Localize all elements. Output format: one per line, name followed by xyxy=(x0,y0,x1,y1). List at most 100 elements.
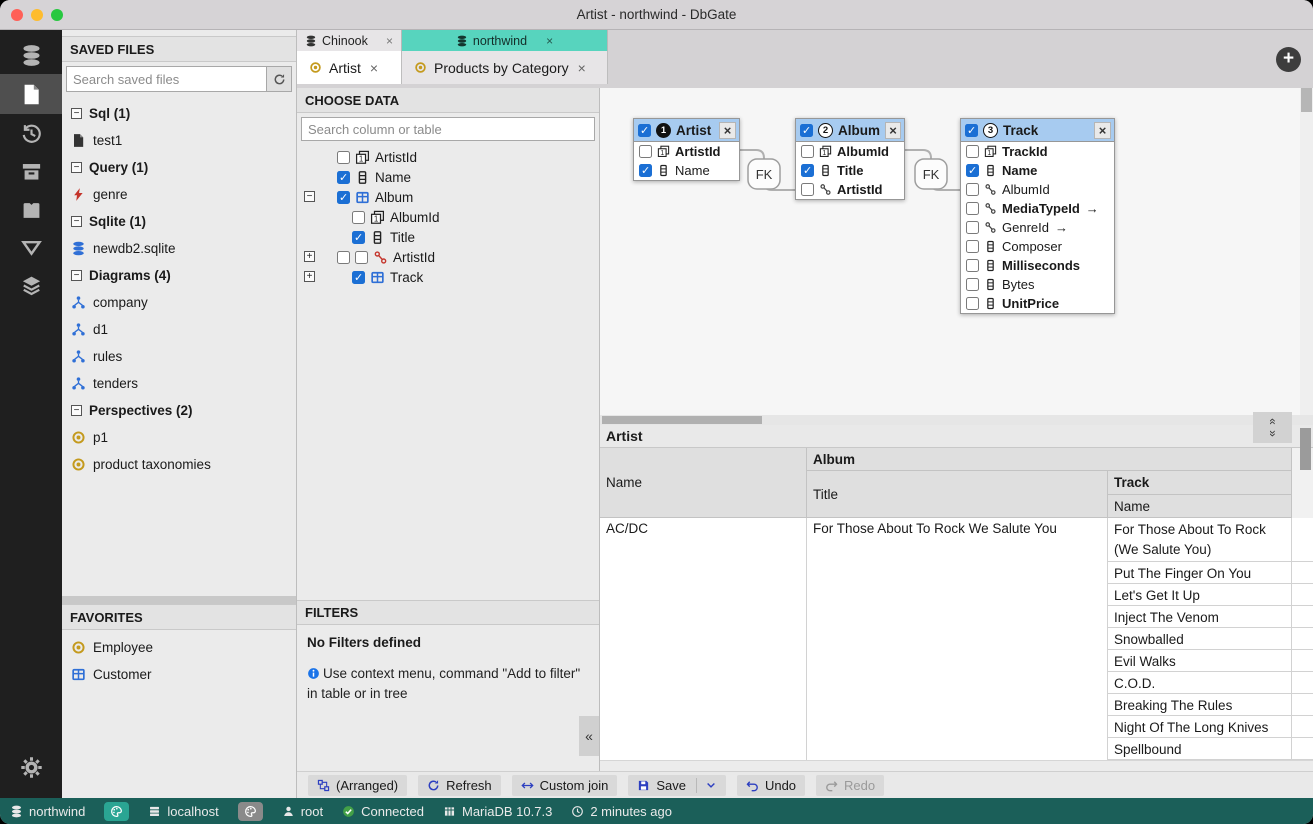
node-column-name[interactable]: Name xyxy=(961,161,1114,180)
expand-icon[interactable]: + xyxy=(304,271,315,282)
node-column-name[interactable]: Name xyxy=(634,161,739,180)
collapse-icon[interactable]: − xyxy=(71,162,82,173)
choose-data-albumid[interactable]: 1 AlbumId xyxy=(297,207,599,227)
track-name-cell[interactable]: Evil Walks xyxy=(1108,650,1292,672)
column-checkbox[interactable] xyxy=(966,278,979,291)
node-header[interactable]: 2 Album × xyxy=(796,119,904,142)
grid-bottom-scrollbar[interactable] xyxy=(600,760,1313,771)
node-column-trackid[interactable]: 1 TrackId xyxy=(961,142,1114,161)
collapse-up-icon[interactable]: « xyxy=(1267,418,1278,425)
saved-files-group-sql-1[interactable]: − Sql (1) xyxy=(62,100,296,127)
arranged-button[interactable]: (Arranged) xyxy=(308,775,407,796)
expand-relation-arrow[interactable]: → xyxy=(1055,220,1068,235)
sidebar-item-history[interactable] xyxy=(0,114,62,152)
diagram-vertical-scrollbar[interactable] xyxy=(1300,88,1313,415)
favorite-employee[interactable]: Employee xyxy=(62,634,296,661)
redo-button[interactable]: Redo xyxy=(816,775,884,796)
node-header[interactable]: 3 Track × xyxy=(961,119,1114,142)
choose-data-artistid[interactable]: + ArtistId xyxy=(297,247,599,267)
choose-data-title[interactable]: Title xyxy=(297,227,599,247)
artist-name-cell[interactable]: AC/DC xyxy=(600,518,807,760)
sidebar-item-plugins[interactable] xyxy=(0,190,62,228)
expand-down-icon[interactable]: » xyxy=(1267,430,1278,437)
undo-button[interactable]: Undo xyxy=(737,775,805,796)
zoom-window-button[interactable] xyxy=(51,9,63,21)
node-column-bytes[interactable]: Bytes xyxy=(961,275,1114,294)
node-column-milliseconds[interactable]: Milliseconds xyxy=(961,256,1114,275)
node-column-composer[interactable]: Composer xyxy=(961,237,1114,256)
database-color-button[interactable] xyxy=(104,802,129,821)
column-checkbox[interactable] xyxy=(966,221,979,234)
close-icon[interactable]: × xyxy=(1094,122,1111,139)
track-name-cell[interactable]: Night Of The Long Knives xyxy=(1108,716,1292,738)
tab-products-by-category[interactable]: Products by Category × xyxy=(402,51,608,84)
node-column-artistid[interactable]: ArtistId xyxy=(796,180,904,199)
collapse-icon[interactable]: − xyxy=(71,216,82,227)
close-icon[interactable]: × xyxy=(546,34,553,48)
close-window-button[interactable] xyxy=(11,9,23,21)
tab-group-northwind[interactable]: northwind × xyxy=(402,30,608,51)
column-checkbox[interactable] xyxy=(639,145,652,158)
diagram-node-album[interactable]: 2 Album × 1 AlbumId Title ArtistI xyxy=(795,118,905,200)
saved-files-group-diagrams-4[interactable]: − Diagrams (4) xyxy=(62,262,296,289)
column-checkbox[interactable] xyxy=(966,183,979,196)
column-checkbox[interactable] xyxy=(801,164,814,177)
saved-files-search-input[interactable] xyxy=(66,66,266,92)
designer-canvas[interactable]: FK FK 1 Artist × xyxy=(600,88,1313,415)
close-icon[interactable]: × xyxy=(386,34,393,48)
track-name-cell[interactable]: Let's Get It Up xyxy=(1108,584,1292,606)
saved-file-genre[interactable]: genre xyxy=(62,181,296,208)
node-checkbox[interactable] xyxy=(800,124,813,137)
saved-file-tenders[interactable]: tenders xyxy=(62,370,296,397)
choose-data-album[interactable]: − Album xyxy=(297,187,599,207)
sidebar-item-app-layers[interactable] xyxy=(0,266,62,304)
collapse-icon[interactable]: − xyxy=(71,108,82,119)
saved-file-newdb2-sqlite[interactable]: newdb2.sqlite xyxy=(62,235,296,262)
minimize-window-button[interactable] xyxy=(31,9,43,21)
column-checkbox[interactable] xyxy=(639,164,652,177)
collapse-panel-button[interactable]: « xyxy=(579,716,599,756)
column-checkbox[interactable] xyxy=(966,297,979,310)
column-checkbox[interactable] xyxy=(966,145,979,158)
close-icon[interactable]: × xyxy=(578,60,586,76)
collapse-icon[interactable]: − xyxy=(304,191,315,202)
column-checkbox[interactable] xyxy=(801,145,814,158)
saved-file-company[interactable]: company xyxy=(62,289,296,316)
connection-color-button[interactable] xyxy=(238,802,263,821)
scrollbar-thumb[interactable] xyxy=(602,416,762,424)
sidebar-item-cell-data[interactable] xyxy=(0,228,62,266)
tab-artist[interactable]: Artist × xyxy=(297,51,402,84)
column-checkbox[interactable] xyxy=(352,231,365,244)
custom-join-button[interactable]: Custom join xyxy=(512,775,618,796)
settings-button[interactable] xyxy=(0,748,62,786)
save-button[interactable]: Save xyxy=(628,775,726,796)
track-name-cell[interactable]: Put The Finger On You xyxy=(1108,562,1292,584)
panel-splitter[interactable] xyxy=(62,596,296,604)
refresh-saved-files-button[interactable] xyxy=(266,66,292,92)
column-checkbox[interactable] xyxy=(966,259,979,272)
node-column-unitprice[interactable]: UnitPrice xyxy=(961,294,1114,313)
column-checkbox[interactable] xyxy=(337,171,350,184)
node-header[interactable]: 1 Artist × xyxy=(634,119,739,142)
saved-file-product-taxonomies[interactable]: product taxonomies xyxy=(62,451,296,478)
sidebar-item-files[interactable] xyxy=(0,74,62,114)
close-icon[interactable]: × xyxy=(719,122,736,139)
diagram-node-track[interactable]: 3 Track × 1 TrackId Name AlbumId xyxy=(960,118,1115,314)
chevron-down-icon[interactable] xyxy=(705,779,717,791)
track-name-cell[interactable]: Snowballed xyxy=(1108,628,1292,650)
column-checkbox[interactable] xyxy=(966,240,979,253)
diagram-node-artist[interactable]: 1 Artist × 1 ArtistId Name xyxy=(633,118,740,181)
column-checkbox[interactable] xyxy=(352,271,365,284)
node-checkbox[interactable] xyxy=(638,124,651,137)
track-name-cell[interactable]: For Those About To Rock (We Salute You) xyxy=(1108,518,1292,562)
node-column-artistid[interactable]: 1 ArtistId xyxy=(634,142,739,161)
expand-icon[interactable]: + xyxy=(304,251,315,262)
column-checkbox[interactable] xyxy=(337,191,350,204)
scrollbar-thumb[interactable] xyxy=(1301,88,1312,112)
track-name-cell[interactable]: Breaking The Rules xyxy=(1108,694,1292,716)
choose-data-search-input[interactable] xyxy=(301,117,595,141)
track-name-cell[interactable]: C.O.D. xyxy=(1108,672,1292,694)
saved-files-group-sqlite-1[interactable]: − Sqlite (1) xyxy=(62,208,296,235)
grid-vertical-scrollbar[interactable] xyxy=(1300,428,1311,470)
node-column-genreid[interactable]: GenreId → xyxy=(961,218,1114,237)
